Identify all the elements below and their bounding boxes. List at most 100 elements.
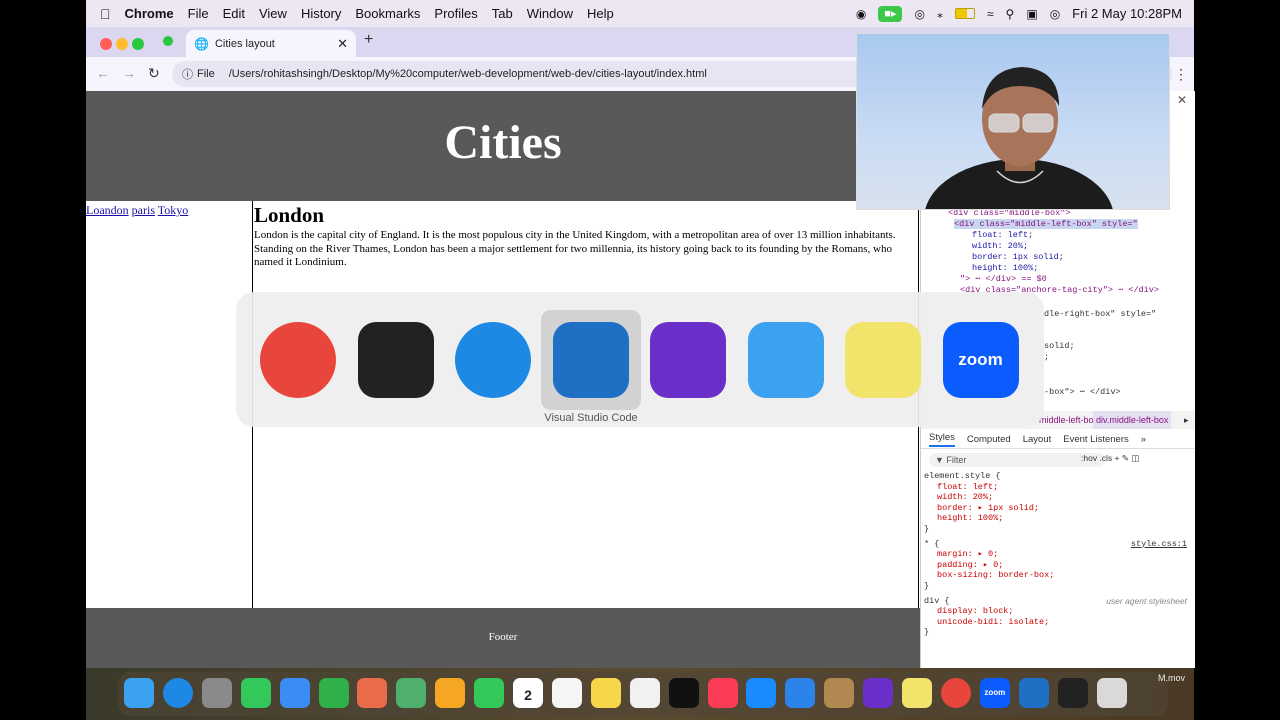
styles-filter-tools[interactable]: :hov .cls + ✎ ◫ (1081, 453, 1139, 464)
dom-fragment[interactable]: dle-right-box" style=" (1044, 309, 1156, 319)
battery-icon[interactable] (954, 8, 975, 19)
wifi-icon[interactable]: ≈ (987, 7, 994, 21)
dom-node-line[interactable]: "> ⋯ </div> == $0 (960, 274, 1047, 284)
dock-maps-icon[interactable] (396, 678, 427, 708)
css-declaration[interactable]: margin: ▸ 0; (937, 549, 998, 559)
dock-quicktime-icon[interactable] (1057, 678, 1088, 708)
dock-facetime-icon[interactable] (474, 678, 505, 708)
css-declaration[interactable]: unicode-bidi: isolate; (937, 617, 1049, 627)
dom-node-line[interactable]: <div class="middle-left-box" style=" (954, 219, 1138, 229)
dock-contacts-icon[interactable] (824, 678, 855, 708)
link-tokyo[interactable]: Tokyo (158, 203, 189, 217)
css-declaration[interactable]: display: block; (937, 606, 1014, 616)
css-selector[interactable]: div { (924, 596, 950, 606)
menu-window[interactable]: Window (527, 6, 573, 21)
css-declaration[interactable]: float: left; (937, 482, 998, 492)
close-window-button[interactable] (100, 38, 112, 50)
breadcrumb-item-selected[interactable]: div.middle-left-box (1093, 411, 1172, 429)
paint-icon[interactable]: ✎ (1122, 453, 1129, 463)
dom-node-line[interactable]: width: 20%; (972, 241, 1028, 251)
dock-apple-tv-icon[interactable] (668, 678, 699, 708)
dock-launchpad-icon[interactable] (357, 678, 388, 708)
dock-vscode-icon[interactable] (1018, 678, 1049, 708)
tab-event-listeners[interactable]: Event Listeners (1063, 434, 1128, 445)
css-declaration[interactable]: box-sizing: border-box; (937, 570, 1054, 580)
dock-trash-icon[interactable] (1096, 678, 1127, 708)
dock-messages-icon[interactable] (240, 678, 271, 708)
minimize-window-button[interactable] (116, 38, 128, 50)
sidebar-toggle-icon[interactable]: ◫ (1131, 453, 1139, 463)
forward-arrow-icon[interactable]: → (122, 65, 136, 81)
link-paris[interactable]: paris (132, 203, 155, 217)
new-tab-icon[interactable]: + (364, 31, 373, 49)
menu-edit[interactable]: Edit (223, 6, 245, 21)
back-arrow-icon[interactable]: ← (96, 65, 110, 81)
menu-help[interactable]: Help (587, 6, 614, 21)
menu-profiles[interactable]: Profiles (434, 6, 477, 21)
css-selector[interactable]: * { (924, 539, 939, 549)
dock-system-settings-icon[interactable] (201, 678, 232, 708)
record-icon[interactable]: ◉ (856, 7, 866, 21)
stickies-icon[interactable] (845, 322, 921, 398)
zoom-status-icon[interactable]: ◎ (914, 7, 924, 21)
tab-layout[interactable]: Layout (1023, 434, 1052, 445)
dom-node-line[interactable]: height: 100%; (972, 263, 1038, 273)
dock-keynote-icon[interactable] (785, 678, 816, 708)
close-tab-icon[interactable]: ✕ (337, 36, 348, 52)
dock-stickies-icon[interactable] (902, 678, 932, 708)
dock-calendar-icon[interactable]: 2 (513, 678, 543, 708)
dock-photos-icon[interactable] (435, 678, 466, 708)
breadcrumb-item[interactable]: middle-left-box (1039, 411, 1098, 429)
dock-music-icon[interactable] (707, 678, 738, 708)
dock-imovie-icon[interactable] (863, 678, 894, 708)
dock-numbers-icon[interactable] (318, 678, 349, 708)
dock-app-store-icon[interactable] (746, 678, 777, 708)
dock-zoom-icon[interactable]: zoom (979, 678, 1010, 708)
dock-notes-icon[interactable] (590, 678, 621, 708)
tab-styles[interactable]: Styles (929, 432, 955, 447)
dom-node-line[interactable]: float: left; (972, 230, 1033, 240)
css-declaration[interactable]: padding: ▸ 0; (937, 560, 1003, 570)
filter-tools-label[interactable]: :hov .cls + (1081, 453, 1120, 463)
site-info-icon[interactable]: ⓘ (182, 66, 193, 82)
menu-tab[interactable]: Tab (492, 6, 513, 21)
spotlight-search-icon[interactable]: ⚲ (1006, 7, 1015, 21)
chrome-icon[interactable] (260, 322, 336, 398)
breadcrumb-scroll-icon[interactable]: ▸ (1184, 411, 1189, 429)
menu-history[interactable]: History (301, 6, 341, 21)
css-rule-source[interactable]: style.css:1 (1131, 539, 1187, 549)
desktop-file-label[interactable]: M.mov (1158, 673, 1185, 683)
tab-cities-layout[interactable]: 🌐 Cities layout ✕ (186, 30, 356, 57)
dom-fragment[interactable]: solid; (1044, 341, 1075, 351)
finder-icon[interactable] (747, 322, 824, 398)
dock-chrome-icon[interactable] (940, 678, 971, 708)
safari-icon[interactable] (455, 322, 531, 398)
dom-fragment[interactable]: -box"> ⋯ </div> (1044, 387, 1121, 397)
vscode-icon[interactable] (552, 322, 629, 398)
dock-safari-icon[interactable] (162, 678, 193, 708)
bluetooth-icon[interactable]: ⁎ (937, 7, 943, 21)
imovie-icon[interactable] (650, 322, 726, 398)
siri-icon[interactable]: ◎ (1050, 7, 1060, 21)
url-text[interactable]: /Users/rohitashsingh/Desktop/My%20comput… (229, 68, 707, 80)
zoom-window-button[interactable] (132, 38, 144, 50)
facetime-camera-icon[interactable]: ■▸ (878, 5, 903, 22)
reload-icon[interactable]: ↻ (148, 65, 160, 82)
css-selector[interactable]: element.style { (924, 471, 1001, 481)
menubar-datetime[interactable]: Fri 2 May 10:28PM (1072, 6, 1182, 21)
css-declaration[interactable]: height: 100%; (937, 513, 1003, 523)
css-declaration[interactable]: border: ▸ 1px solid; (937, 503, 1039, 513)
dom-fragment[interactable]: ; (1044, 352, 1049, 362)
link-london[interactable]: Loandon (86, 203, 129, 217)
dock-mail-icon[interactable] (279, 678, 310, 708)
more-menu-icon[interactable]: ⋮ (1174, 66, 1188, 83)
dock-reminders-icon[interactable] (551, 678, 582, 708)
tab-computed[interactable]: Computed (967, 434, 1011, 445)
whatsapp-extension-icon[interactable] (163, 36, 173, 46)
menu-file[interactable]: File (188, 6, 209, 21)
menu-bookmarks[interactable]: Bookmarks (355, 6, 420, 21)
quicktime-icon[interactable] (357, 322, 434, 398)
zoom-icon[interactable]: zoom (942, 322, 1019, 398)
menu-app-name[interactable]: Chrome (125, 6, 174, 21)
menu-view[interactable]: View (259, 6, 287, 21)
